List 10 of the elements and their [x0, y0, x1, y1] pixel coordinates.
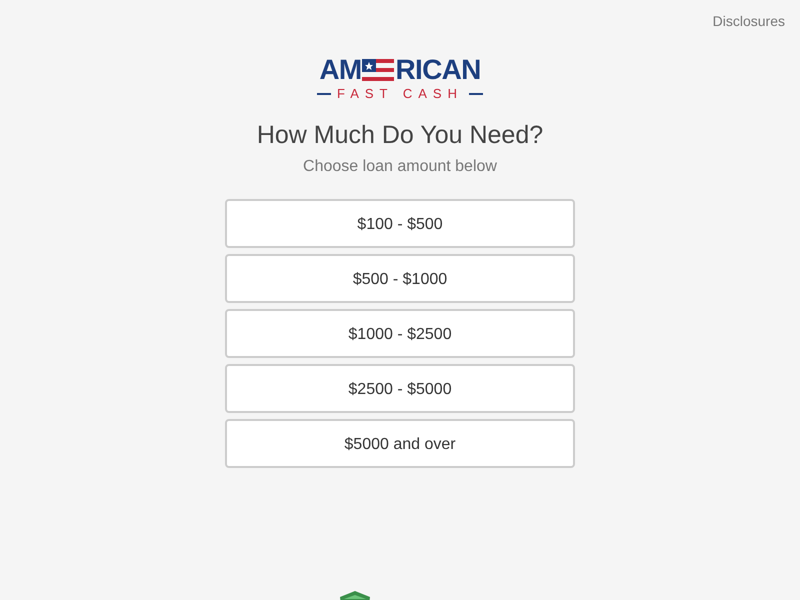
flag-icon	[362, 59, 394, 81]
amount-option-button[interactable]: $5000 and over	[225, 419, 575, 468]
page-subtitle: Choose loan amount below	[303, 157, 497, 178]
amount-option-button[interactable]: $1000 - $2500	[225, 309, 575, 358]
amount-option-button[interactable]: $500 - $1000	[225, 254, 575, 304]
amount-option-button[interactable]: $100 - $500	[225, 199, 575, 248]
disclosures-link[interactable]: Disclosures	[712, 11, 785, 32]
page-title: How Much Do You Need?	[256, 120, 544, 151]
logo: AM RICAN FAST CASH	[316, 56, 483, 100]
amount-option-button[interactable]: $2500 - $5000	[225, 364, 575, 414]
